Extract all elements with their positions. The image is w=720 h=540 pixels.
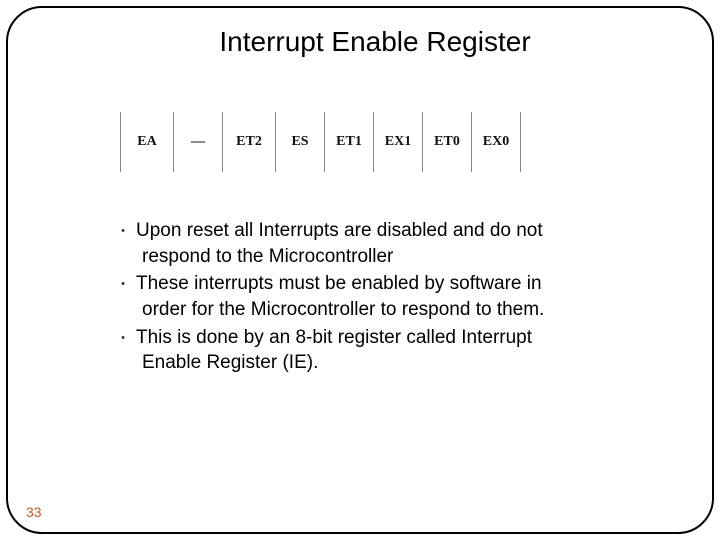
bullet-line: Enable Register (IE). <box>136 350 650 376</box>
bullet-text: These interrupts must be enabled by soft… <box>136 271 650 322</box>
bullet-line: Upon reset all Interrupts are disabled a… <box>136 218 650 244</box>
list-item: • Upon reset all Interrupts are disabled… <box>110 218 650 269</box>
bullet-dot-icon: • <box>110 271 136 297</box>
register-bit-ex1: EX1 <box>374 112 422 172</box>
bullet-dot-icon: • <box>110 218 136 244</box>
slide-title: Interrupt Enable Register <box>0 26 720 58</box>
list-item: • These interrupts must be enabled by so… <box>110 271 650 322</box>
bullet-text: This is done by an 8-bit register called… <box>136 325 650 376</box>
register-row: EA — ET2 ES ET1 EX1 ET0 EX0 <box>120 112 521 172</box>
register-bit-et2: ET2 <box>223 112 275 172</box>
bullet-text: Upon reset all Interrupts are disabled a… <box>136 218 650 269</box>
bullet-line: This is done by an 8-bit register called… <box>136 325 650 351</box>
register-bit-ex0: EX0 <box>472 112 520 172</box>
bullet-line: order for the Microcontroller to respond… <box>136 297 650 323</box>
slide: Interrupt Enable Register EA — ET2 ES ET… <box>0 0 720 540</box>
register-bit-et0: ET0 <box>423 112 471 172</box>
register-bit-ea: EA <box>121 112 173 172</box>
bullet-dot-icon: • <box>110 325 136 351</box>
list-item: • This is done by an 8-bit register call… <box>110 325 650 376</box>
bullet-line: respond to the Microcontroller <box>136 244 650 270</box>
page-number: 33 <box>26 504 42 520</box>
bullet-list: • Upon reset all Interrupts are disabled… <box>110 218 650 378</box>
register-separator <box>520 112 521 172</box>
register-bit-reserved: — <box>174 112 222 172</box>
register-bit-es: ES <box>276 112 324 172</box>
register-bit-et1: ET1 <box>325 112 373 172</box>
bullet-line: These interrupts must be enabled by soft… <box>136 271 650 297</box>
